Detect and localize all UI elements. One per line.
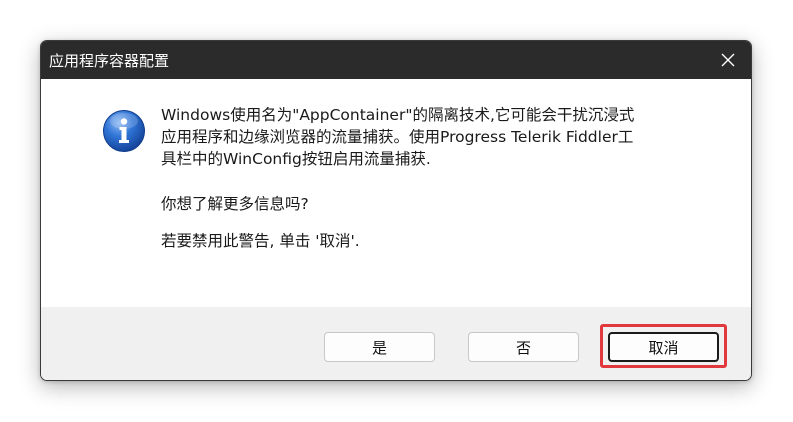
close-icon bbox=[721, 53, 735, 67]
button-bar: 是 否 取消 bbox=[41, 307, 751, 380]
yes-button[interactable]: 是 bbox=[324, 332, 435, 362]
message-line: 具栏中的WinConfig按钮启用流量捕获. bbox=[161, 150, 431, 168]
close-button[interactable] bbox=[705, 41, 751, 79]
title-bar: 应用程序容器配置 bbox=[41, 41, 751, 79]
no-button[interactable]: 否 bbox=[468, 332, 579, 362]
dialog-title: 应用程序容器配置 bbox=[49, 52, 170, 70]
message-text-block: Windows使用名为"AppContainer"的隔离技术,它可能会干扰沉浸式… bbox=[161, 104, 751, 252]
message-line: Windows使用名为"AppContainer"的隔离技术,它可能会干扰沉浸式 bbox=[161, 106, 635, 124]
disable-warning-hint: 若要禁用此警告, 单击 '取消'. bbox=[161, 232, 360, 250]
info-icon bbox=[102, 109, 146, 153]
message-line: 应用程序和边缘浏览器的流量捕获。使用Progress Telerik Fiddl… bbox=[161, 128, 634, 146]
question-text: 你想了解更多信息吗? bbox=[161, 195, 309, 213]
app-container-config-dialog: 应用程序容器配置 Windows使用名为"AppContainer"的隔离技术,… bbox=[40, 40, 752, 381]
message-area: Windows使用名为"AppContainer"的隔离技术,它可能会干扰沉浸式… bbox=[41, 79, 751, 307]
cancel-button[interactable]: 取消 bbox=[608, 332, 719, 362]
main-message: Windows使用名为"AppContainer"的隔离技术,它可能会干扰沉浸式… bbox=[161, 104, 751, 170]
